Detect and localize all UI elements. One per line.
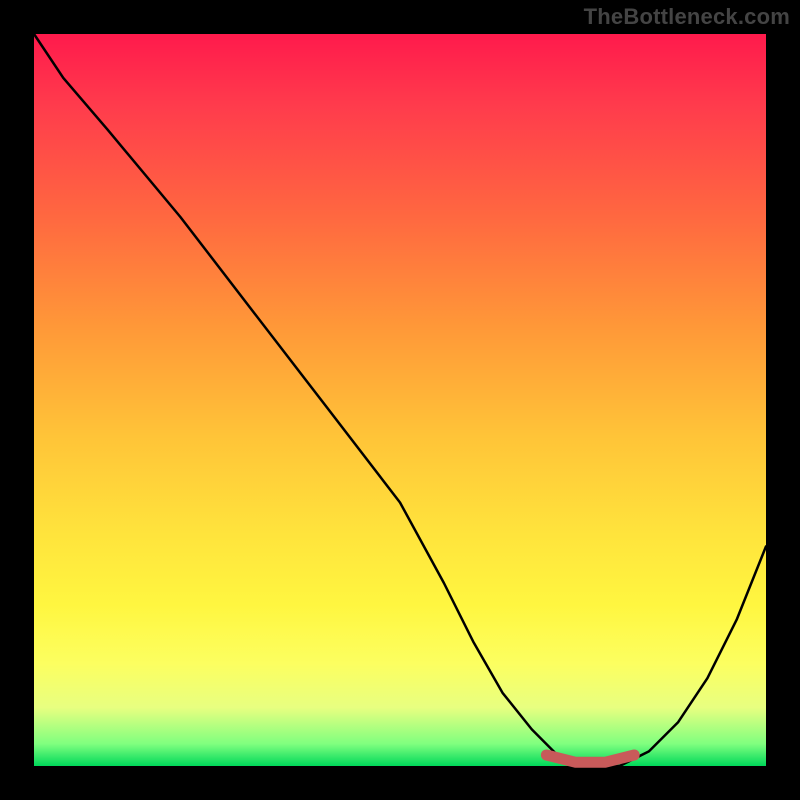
attribution-text: TheBottleneck.com	[584, 4, 790, 30]
curve-layer	[34, 34, 766, 766]
chart-frame: TheBottleneck.com	[0, 0, 800, 800]
optimal-range-marker	[546, 755, 634, 762]
plot-area	[34, 34, 766, 766]
bottleneck-curve	[34, 34, 766, 766]
